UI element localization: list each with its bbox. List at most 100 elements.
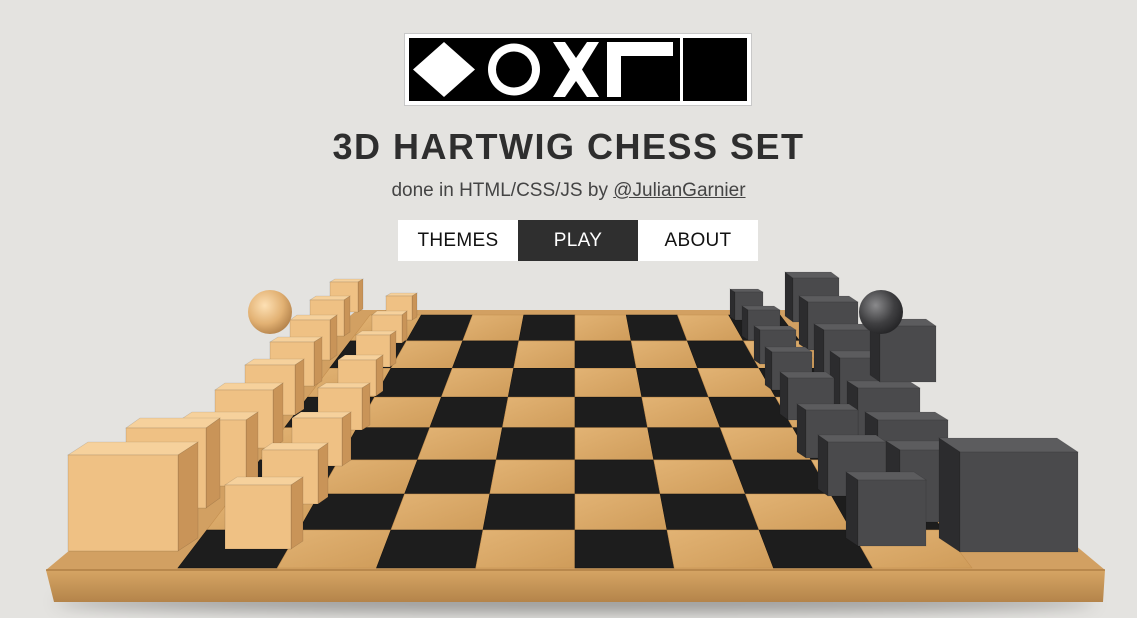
board-square-dark [495,427,576,461]
menu-item-themes[interactable]: THEMES [398,220,518,261]
board-square-light [390,493,491,531]
piece-side-face [205,417,221,509]
piece-side-face [764,346,773,391]
board-square-dark [507,367,576,398]
logo-shapes-icon [409,38,747,101]
piece-top-face [268,336,324,343]
piece-side-face [294,358,305,416]
piece-top-face [371,310,408,316]
board-square-light [630,340,699,369]
piece-side-face [361,382,371,431]
piece-top-face [214,382,284,391]
piece-top-face [796,403,859,411]
piece-side-face [329,314,338,361]
black-piece [845,471,927,547]
piece-top-face [753,325,797,331]
piece-top-face [798,295,859,303]
page-title: 3D HARTWIG CHESS SET [332,126,805,167]
board-square-light [475,529,576,569]
board-square-dark [659,493,760,531]
piece-top-face [938,437,1079,453]
piece-side-face [341,411,352,467]
white-ball-piece [248,290,292,334]
piece-top-face [779,371,835,379]
board-square-dark [574,459,661,495]
board-square-light [653,459,746,495]
piece-side-face [357,278,364,313]
piece-side-face [245,411,259,487]
piece-side-face [813,323,825,381]
black-piece [938,437,1079,553]
piece-side-face [177,441,199,552]
piece-side-face [817,434,829,497]
piece-top-face [125,417,221,429]
board-square-dark [429,396,509,428]
piece-side-face [798,295,809,351]
piece-front-face [879,325,937,383]
chess-board-3d[interactable] [0,270,1137,618]
piece-top-face [355,330,397,336]
board-square-dark [376,529,484,569]
board-frame-front [46,570,1105,602]
board-square-light [574,493,668,531]
board-square-dark [574,396,648,428]
menu-item-about[interactable]: ABOUT [638,220,758,261]
author-link[interactable]: @JulianGarnier [613,180,745,201]
piece-top-face [741,305,781,311]
board-square-light [502,396,576,428]
piece-top-face [845,471,927,481]
piece-top-face [316,382,372,389]
piece-top-face [328,278,365,283]
piece-side-face [796,403,807,459]
board-square-light [513,340,576,369]
piece-side-face [741,305,749,341]
piece-top-face [224,476,304,486]
subtitle-text: done in HTML/CSS/JS by [391,180,614,201]
board-square-dark [574,340,637,369]
piece-top-face [764,346,813,353]
board-square-light [641,396,721,428]
piece-side-face [272,382,284,449]
main-menu: THEMES PLAY ABOUT [398,220,758,261]
piece-top-face [244,358,305,366]
board-square-dark [518,314,576,342]
piece-side-face [317,442,329,505]
piece-side-face [375,354,384,397]
board-square-light [440,367,515,398]
board-square-dark [451,340,520,369]
piece-top-face [337,354,384,361]
hartwig-logo [404,33,752,106]
piece-side-face [845,471,859,547]
board-square-dark [482,493,576,531]
piece-side-face [938,437,961,553]
menu-item-play[interactable]: PLAY [518,220,638,261]
board-square-dark [574,529,675,569]
board-square-light [574,314,632,342]
board-square-light [462,314,525,342]
piece-top-face [261,442,329,451]
subtitle: done in HTML/CSS/JS by @JulianGarnier [0,180,1137,202]
piece-front-face [857,479,927,547]
board-square-light [574,427,655,461]
piece-top-face [728,288,765,293]
piece-side-face [389,330,397,368]
piece-side-face [290,476,304,550]
piece-top-face [309,295,351,301]
chess-scene[interactable] [0,270,1137,618]
piece-side-face [411,292,418,321]
piece-side-face [313,336,323,387]
piece-side-face [729,288,736,321]
board-square-dark [625,314,688,342]
piece-top-face [66,441,200,456]
piece-side-face [779,371,789,421]
board-square-light [574,367,643,398]
board-square-dark [647,427,733,461]
piece-side-face [343,295,351,337]
board-square-dark [404,459,497,495]
board-square-light [489,459,576,495]
piece-side-face [784,271,794,323]
black-ball-piece [859,290,903,334]
white-piece [66,441,200,552]
white-piece [224,476,304,550]
piece-top-face [817,434,887,443]
